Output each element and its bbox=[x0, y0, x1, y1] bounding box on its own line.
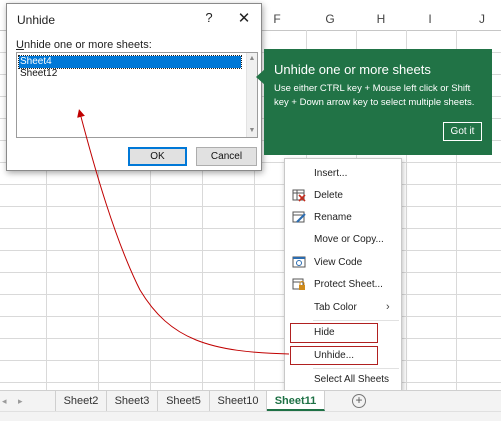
listbox-scrollbar[interactable]: ▲ ▼ bbox=[246, 53, 257, 137]
protect-sheet-icon bbox=[292, 278, 305, 290]
unhide-dialog: Unhide ? ✕ Unhide one or more sheets: Sh… bbox=[6, 3, 262, 171]
column-header-f[interactable]: F bbox=[262, 8, 292, 30]
tab-sheet10[interactable]: Sheet10 bbox=[210, 391, 267, 411]
add-sheet-icon[interactable]: + bbox=[352, 394, 366, 408]
tab-sheet5[interactable]: Sheet5 bbox=[158, 391, 210, 411]
menu-item-tab-color[interactable]: Tab Color › bbox=[285, 297, 401, 319]
got-it-button[interactable]: Got it bbox=[443, 122, 482, 141]
help-icon[interactable]: ? bbox=[201, 10, 217, 28]
rename-sheet-icon bbox=[292, 211, 306, 223]
menu-item-label: Protect Sheet... bbox=[314, 279, 383, 290]
scroll-up-icon[interactable]: ▲ bbox=[247, 54, 257, 64]
sheet-context-menu: Insert... Delete Rename Move or Copy... … bbox=[284, 158, 402, 392]
delete-sheet-icon bbox=[292, 189, 306, 202]
sheet-tab-bar: ◂ ▸ Sheet2 Sheet3 Sheet5 Sheet10 Sheet11… bbox=[0, 390, 501, 411]
tab-scroll-left-icon[interactable]: ◂ bbox=[2, 391, 7, 411]
menu-item-label: Tab Color bbox=[314, 302, 357, 313]
menu-item-view-code[interactable]: View Code bbox=[285, 252, 401, 274]
scroll-down-icon[interactable]: ▼ bbox=[247, 126, 257, 136]
tab-sheet2[interactable]: Sheet2 bbox=[55, 391, 107, 411]
menu-item-label: Insert... bbox=[314, 168, 348, 179]
cancel-button[interactable]: Cancel bbox=[196, 147, 257, 166]
list-item-sheet12[interactable]: Sheet12 bbox=[19, 68, 241, 80]
view-code-icon bbox=[292, 256, 306, 268]
unhide-highlight-box bbox=[290, 346, 378, 365]
menu-item-insert[interactable]: Insert... bbox=[285, 163, 401, 185]
tip-callout: Unhide one or more sheets Use either CTR… bbox=[264, 49, 492, 155]
menu-item-label: Move or Copy... bbox=[314, 234, 384, 245]
label-text: nhide one or more sheets: bbox=[23, 39, 152, 51]
menu-item-protect-sheet[interactable]: Protect Sheet... bbox=[285, 274, 401, 296]
menu-item-label: Delete bbox=[314, 190, 343, 201]
tab-scroll-right-icon[interactable]: ▸ bbox=[18, 391, 23, 411]
status-bar bbox=[0, 411, 501, 421]
close-icon[interactable]: ✕ bbox=[235, 10, 253, 28]
hidden-sheets-listbox[interactable]: Sheet4 Sheet12 ▲ ▼ bbox=[16, 52, 258, 138]
menu-item-move-copy[interactable]: Move or Copy... bbox=[285, 229, 401, 251]
menu-item-rename[interactable]: Rename bbox=[285, 207, 401, 229]
gridline bbox=[0, 360, 501, 361]
label-mnemonic: U bbox=[16, 39, 24, 51]
menu-item-delete[interactable]: Delete bbox=[285, 185, 401, 207]
menu-item-label: View Code bbox=[314, 257, 363, 268]
menu-item-label: Rename bbox=[314, 212, 352, 223]
column-header-h[interactable]: H bbox=[361, 8, 401, 30]
submenu-arrow-icon: › bbox=[386, 301, 390, 313]
gridline bbox=[0, 250, 501, 251]
dialog-title: Unhide bbox=[17, 13, 56, 27]
column-header-j[interactable]: J bbox=[462, 8, 501, 30]
gridline bbox=[0, 294, 501, 295]
gridline bbox=[0, 272, 501, 273]
gridline bbox=[0, 382, 501, 383]
column-header-i[interactable]: I bbox=[410, 8, 450, 30]
menu-separator bbox=[313, 320, 399, 321]
column-header-g[interactable]: G bbox=[310, 8, 350, 30]
gridline bbox=[0, 316, 501, 317]
menu-item-label: Select All Sheets bbox=[314, 374, 390, 385]
hide-highlight-box bbox=[290, 323, 378, 343]
tip-title: Unhide one or more sheets bbox=[274, 62, 431, 77]
menu-item-select-all-sheets[interactable]: Select All Sheets bbox=[285, 369, 401, 391]
list-item-sheet4[interactable]: Sheet4 bbox=[18, 55, 242, 69]
gridline bbox=[0, 228, 501, 229]
gridline bbox=[0, 338, 501, 339]
tab-sheet3[interactable]: Sheet3 bbox=[107, 391, 158, 411]
gridline bbox=[0, 184, 501, 185]
tip-body: Use either CTRL key + Mouse left click o… bbox=[274, 83, 475, 108]
ok-button[interactable]: OK bbox=[128, 147, 187, 166]
gridline bbox=[0, 206, 501, 207]
sheet-list-label: Unhide one or more sheets: bbox=[16, 39, 152, 51]
tab-sheet11[interactable]: Sheet11 bbox=[267, 391, 325, 411]
